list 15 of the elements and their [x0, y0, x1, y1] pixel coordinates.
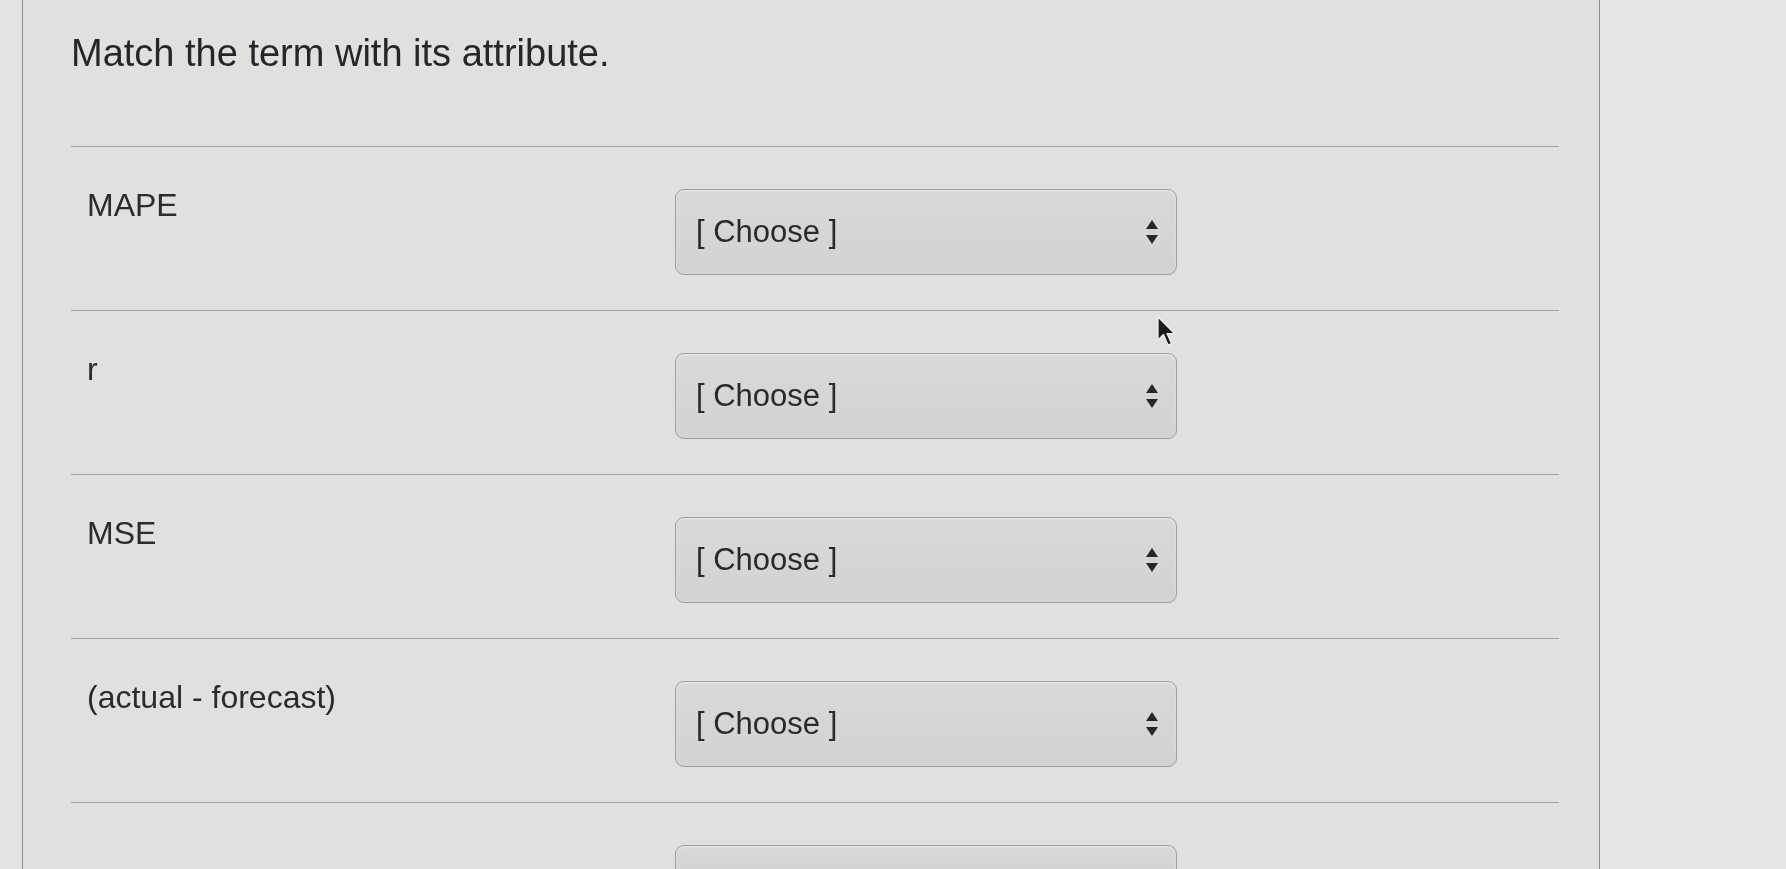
term-label: r [87, 350, 98, 388]
up-down-arrows-icon [1146, 712, 1158, 736]
up-down-arrows-icon [1146, 220, 1158, 244]
term-label: MSE [87, 514, 157, 552]
dropdown-select[interactable] [675, 845, 1177, 869]
dropdown-select[interactable]: [ Choose ] [675, 517, 1177, 603]
up-down-arrows-icon [1146, 548, 1158, 572]
term-label: (actual - forecast) [87, 678, 336, 716]
dropdown-select[interactable]: [ Choose ] [675, 353, 1177, 439]
dropdown-select[interactable]: [ Choose ] [675, 189, 1177, 275]
mouse-pointer-icon [1157, 316, 1177, 347]
question-title: Match the term with its attribute. [71, 31, 610, 76]
up-down-arrows-icon [1146, 384, 1158, 408]
dropdown-select[interactable]: [ Choose ] [675, 681, 1177, 767]
term-label: MAPE [87, 186, 178, 224]
